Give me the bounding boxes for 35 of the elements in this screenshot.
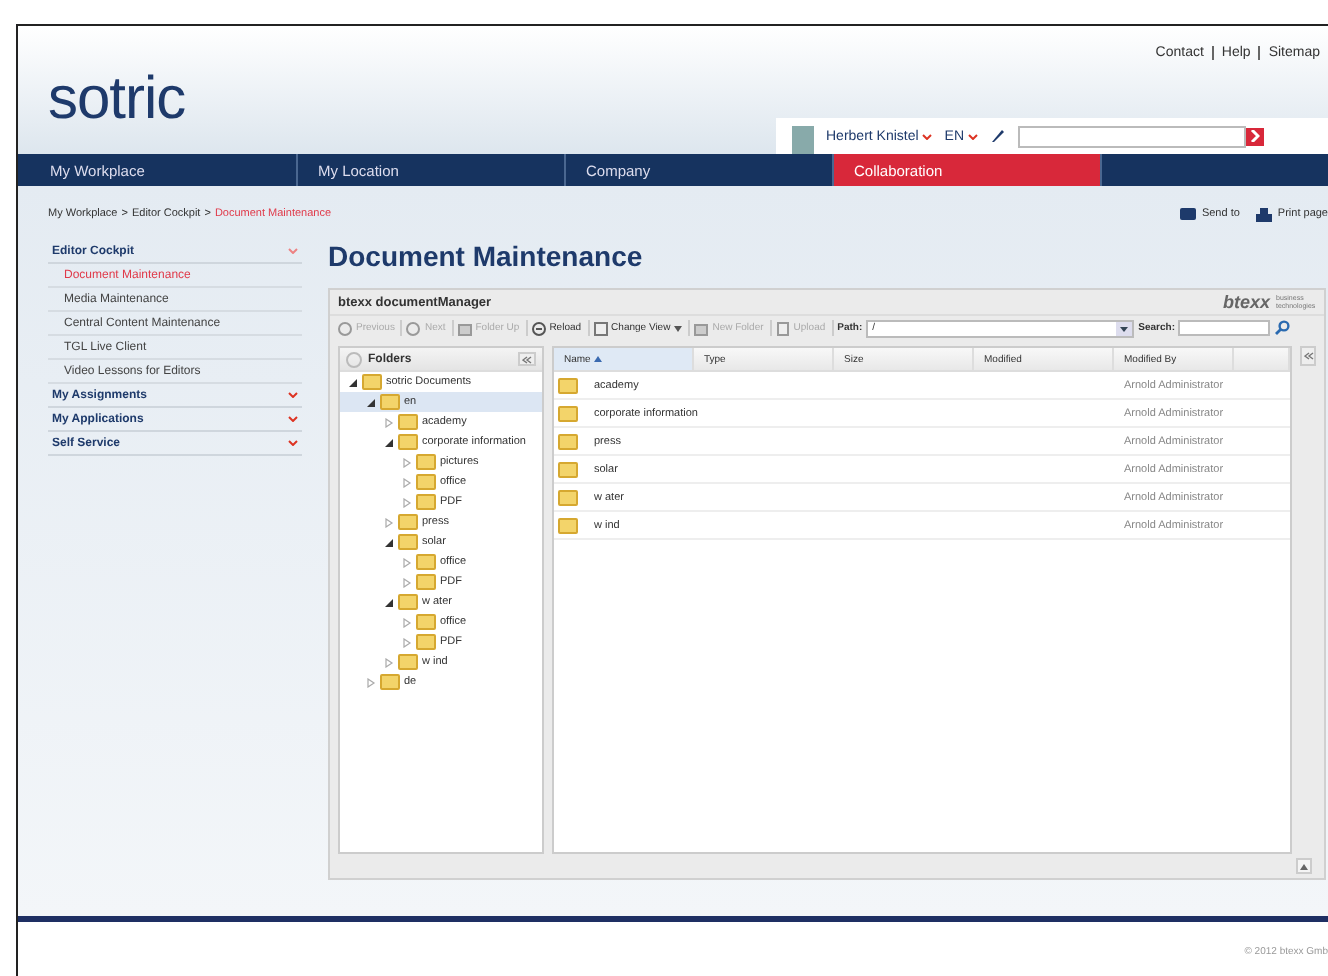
chevron-down-icon[interactable] — [288, 392, 298, 398]
page-title: Document Maintenance — [328, 240, 645, 276]
brand-logo: btexx — [1222, 292, 1270, 312]
expanded-triangle-icon[interactable] — [384, 537, 394, 547]
printer-icon — [1255, 207, 1272, 221]
collapsed-triangle-icon[interactable] — [384, 417, 394, 427]
scroll-up-button[interactable] — [1296, 858, 1312, 874]
chevron-right-icon — [1250, 130, 1261, 142]
pen-icon[interactable] — [990, 128, 1007, 144]
expanded-triangle-icon[interactable] — [384, 437, 394, 447]
caret-icon — [674, 325, 683, 331]
chevron-down-icon[interactable] — [288, 440, 298, 446]
search-field[interactable] — [1018, 125, 1247, 147]
document-icon — [775, 321, 790, 335]
search-field[interactable] — [1178, 320, 1271, 336]
folder-icon — [457, 321, 472, 335]
search-icon[interactable] — [1274, 320, 1291, 336]
collapse-button[interactable] — [518, 352, 536, 366]
folder-icon — [694, 321, 709, 335]
chevron-down-icon[interactable] — [288, 416, 298, 422]
avatar-placeholder — [792, 126, 814, 154]
chevron-down-icon[interactable] — [288, 248, 298, 254]
search-button[interactable] — [1246, 127, 1265, 145]
circle-icon — [406, 321, 421, 335]
chevron-down-icon[interactable] — [922, 133, 933, 139]
grid-view-icon — [593, 321, 608, 335]
circle-icon — [338, 321, 352, 335]
expand-button[interactable] — [1300, 346, 1316, 366]
dropdown-caret-icon[interactable] — [1116, 321, 1133, 335]
envelope-icon — [1179, 208, 1196, 220]
logo[interactable]: sotric — [48, 66, 186, 134]
expanded-triangle-icon[interactable] — [384, 597, 394, 607]
reload-icon — [531, 321, 546, 335]
chevron-down-icon[interactable] — [968, 133, 979, 139]
sort-arrow-icon — [593, 356, 602, 362]
